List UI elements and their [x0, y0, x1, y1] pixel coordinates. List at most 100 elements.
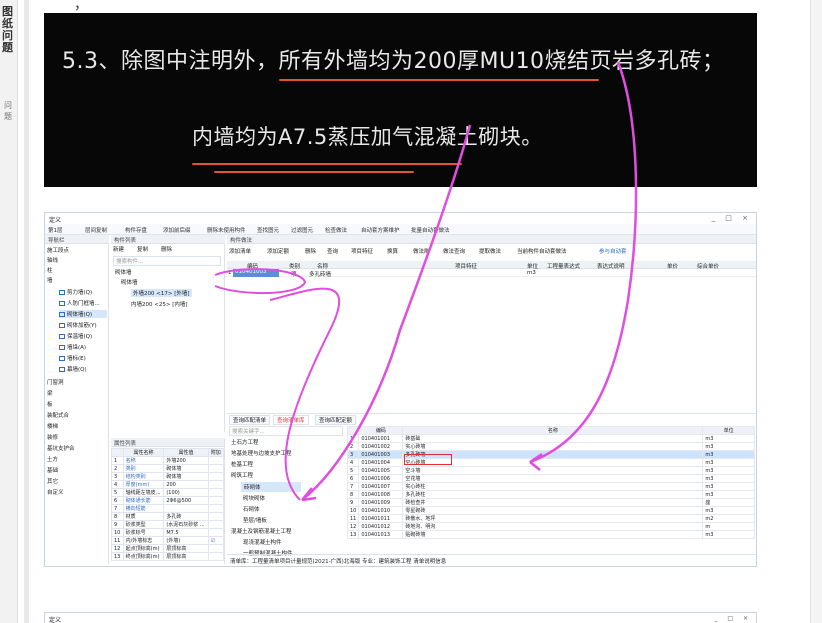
convert-button[interactable]: 换算 — [387, 247, 398, 255]
tree-node[interactable]: 砌体墙 — [115, 268, 132, 276]
nav-item-masonry-wall[interactable]: 砌体墙(Q) — [59, 310, 107, 318]
component-interior-wall[interactable]: 内墙200 <25> [内墙] — [131, 300, 188, 308]
table-row[interactable]: 2 010401002 实心砖墙 m3 — [346, 442, 755, 451]
nav-item[interactable]: 幕墙(Q) — [59, 365, 87, 373]
checkbox[interactable] — [207, 456, 225, 465]
copy-between-floors-button[interactable]: 层间复制 — [85, 226, 107, 234]
nav-item[interactable]: 装修 — [47, 433, 58, 441]
save-component-button[interactable]: 构件存盘 — [125, 226, 147, 234]
method-query-button[interactable]: 做法查询 — [443, 247, 465, 255]
note-underline-1 — [279, 79, 599, 81]
tree-node[interactable]: 混凝土及钢筋混凝土工程 — [231, 527, 292, 535]
extract-method-button[interactable]: 提取做法 — [479, 247, 501, 255]
table-row[interactable]: 11 010401011 砖散水、地坪 m2 — [346, 514, 755, 523]
add-prefix-suffix-button[interactable]: 添加前后缀 — [163, 226, 191, 234]
drawing-note-image: 5.3、除图中注明外，所有外墙均为200厚MU10烧结页岩多孔砖； 内墙均为A7… — [44, 13, 757, 187]
delete-unused-button[interactable]: 删除未使用构件 — [207, 226, 246, 234]
checkbox[interactable] — [207, 488, 225, 497]
table-row[interactable]: 9 010401009 砖检查井座 — [346, 498, 755, 507]
list-unit-cell[interactable]: m3 — [527, 270, 536, 276]
find-element-button[interactable]: 查找图元 — [257, 226, 279, 234]
nav-item[interactable]: 墙 — [47, 276, 53, 284]
checkbox[interactable] — [207, 528, 225, 537]
nav-item[interactable]: 砌体加筋(Y) — [59, 321, 97, 329]
nav-item[interactable]: 门窗洞 — [47, 378, 64, 386]
nav-item[interactable]: 楼梯 — [47, 422, 58, 430]
tree-node[interactable]: 砌块砌体 — [243, 494, 265, 502]
auto-method-current-button[interactable]: 当前构件自动套做法 — [517, 247, 567, 255]
tree-node[interactable]: 地基处理与边坡支护工程 — [231, 449, 292, 457]
table-row: 6 砌体通长筋 2Φ6@500 — [111, 496, 225, 505]
nav-item[interactable]: 基础 — [47, 466, 58, 474]
checkbox[interactable] — [207, 504, 225, 513]
check-method-button[interactable]: 检查做法 — [325, 226, 347, 234]
nav-item[interactable]: 施工段点 — [47, 246, 69, 254]
table-row[interactable]: 7 010401007 实心砖柱 m3 — [346, 482, 755, 491]
table-row[interactable]: 10 010401010 零星砌砖 m3 — [346, 506, 755, 515]
checkbox-checked[interactable]: ☑ — [207, 536, 225, 545]
query-button[interactable]: 查询 — [327, 247, 338, 255]
component-exterior-wall[interactable]: 外墙200 <17> [外墙] — [131, 289, 192, 297]
checkbox[interactable] — [207, 480, 225, 489]
tab-match-list[interactable]: 查询匹配清单 — [229, 415, 271, 425]
nav-item[interactable]: 土方 — [47, 455, 58, 463]
table-row[interactable]: 1 010401001 砖基础 m3 — [346, 434, 755, 443]
tree-node[interactable]: 土石方工程 — [231, 438, 259, 446]
checkbox[interactable] — [207, 496, 225, 505]
next-window-controls[interactable]: _ □ × — [714, 615, 752, 622]
tree-node-brick-masonry[interactable]: 砖砌体 — [241, 482, 301, 492]
checkbox[interactable] — [207, 472, 225, 481]
checkbox[interactable] — [207, 464, 225, 473]
add-quota-button[interactable]: 添加定额 — [267, 247, 289, 255]
floor-select[interactable]: 第1层 — [48, 226, 63, 234]
delete-component-button[interactable]: 删除 — [161, 245, 172, 253]
item-feature-button[interactable]: 项目特征 — [351, 247, 373, 255]
list-code-cell[interactable]: 010401003 — [233, 269, 279, 277]
component-search-input[interactable]: 搜索构件... — [113, 256, 221, 266]
participate-auto-checkbox[interactable]: 参与自动套 — [599, 247, 627, 255]
tree-node[interactable]: 砌筑工程 — [231, 471, 253, 479]
nav-item[interactable]: 墙垛(A) — [59, 343, 86, 351]
tree-node[interactable]: 桩基工程 — [231, 460, 253, 468]
nav-item[interactable]: 板 — [47, 400, 53, 408]
new-component-button[interactable]: 新建 — [113, 245, 124, 253]
keyword-search-input[interactable]: 搜索关键字... — [229, 426, 343, 436]
checkbox[interactable] — [207, 520, 225, 529]
nav-item[interactable]: 柱 — [47, 266, 53, 274]
table-row[interactable]: 5 010401005 空斗墙 m3 — [346, 466, 755, 475]
page-scrollbar[interactable] — [810, 0, 822, 623]
list-name-cell[interactable]: 多孔砖墙 — [309, 270, 331, 278]
checkbox[interactable] — [207, 512, 225, 521]
tab-match-quota[interactable]: 查询匹配定额 — [315, 415, 357, 425]
filter-element-button[interactable]: 过滤图元 — [291, 226, 313, 234]
table-row[interactable] — [227, 269, 756, 277]
nav-item[interactable]: 墙标(E) — [59, 354, 86, 362]
nav-item[interactable]: 保温墙(Q) — [59, 332, 92, 340]
batch-auto-method-button[interactable]: 批量自动套做法 — [411, 226, 450, 234]
nav-item[interactable]: 剪力墙(Q) — [59, 288, 92, 296]
tree-node[interactable]: 现浇混凝土构件 — [243, 538, 282, 546]
table-row[interactable]: 8 010401008 多孔砖柱 m3 — [346, 490, 755, 499]
nav-item[interactable]: 其它 — [47, 477, 58, 485]
nav-item[interactable]: 装配式合 — [47, 411, 69, 419]
add-list-button[interactable]: 添加清单 — [229, 247, 251, 255]
nav-item[interactable]: 梁 — [47, 389, 53, 397]
tree-node[interactable]: 砌体墙 — [121, 278, 138, 286]
tab-list-library[interactable]: 查询清单库 — [273, 415, 309, 425]
table-row[interactable]: 12 010401012 砖地沟、明沟 m — [346, 522, 755, 531]
delete-button[interactable]: 删除 — [305, 247, 316, 255]
table-row[interactable]: 6 010401006 空花墙 m3 — [346, 474, 755, 483]
copy-component-button[interactable]: 复制 — [137, 245, 148, 253]
window-controls[interactable]: _ □ × — [712, 214, 752, 222]
checkbox[interactable] — [207, 544, 225, 553]
method-brush-button[interactable]: 做法刷 — [413, 247, 430, 255]
tree-node[interactable]: 石砌体 — [243, 505, 260, 513]
nav-item[interactable]: 轴线 — [47, 256, 58, 264]
auto-scheme-button[interactable]: 自动套方案维护 — [361, 226, 400, 234]
nav-item[interactable]: 人防门框墙... — [59, 299, 100, 307]
checkbox[interactable] — [207, 552, 225, 561]
table-row[interactable]: 13 010401013 贴砌砖墙 m3 — [346, 530, 755, 539]
nav-item[interactable]: 自定义 — [47, 488, 64, 496]
nav-item[interactable]: 基坑支护合 — [47, 444, 75, 452]
tree-node[interactable]: 垫层/墙板 — [243, 516, 267, 524]
